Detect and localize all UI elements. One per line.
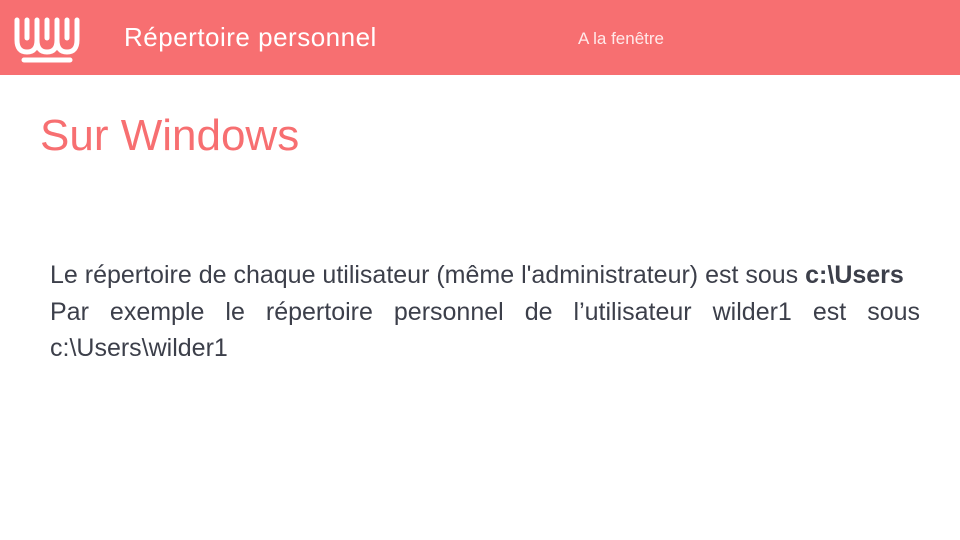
header-title: Répertoire personnel [124, 22, 377, 52]
users-path: c:\Users [805, 261, 904, 289]
paragraph-example: Par exemple le répertoire personnel de l… [50, 297, 920, 363]
paragraph-user-directory: Le répertoire de chaque utilisateur (mêm… [50, 257, 920, 294]
header-bar: Répertoire personnel A la fenêtre [0, 0, 960, 75]
wild-code-school-logo-icon [14, 17, 80, 63]
header-subtitle: A la fenêtre [578, 29, 665, 48]
slide-title: Sur Windows [40, 111, 300, 160]
slide-body: Le répertoire de chaque utilisateur (mêm… [50, 257, 920, 367]
slide: Répertoire personnel A la fenêtre Sur Wi… [0, 0, 960, 540]
paragraph-user-directory-text: Le répertoire de chaque utilisateur (mêm… [50, 261, 806, 289]
